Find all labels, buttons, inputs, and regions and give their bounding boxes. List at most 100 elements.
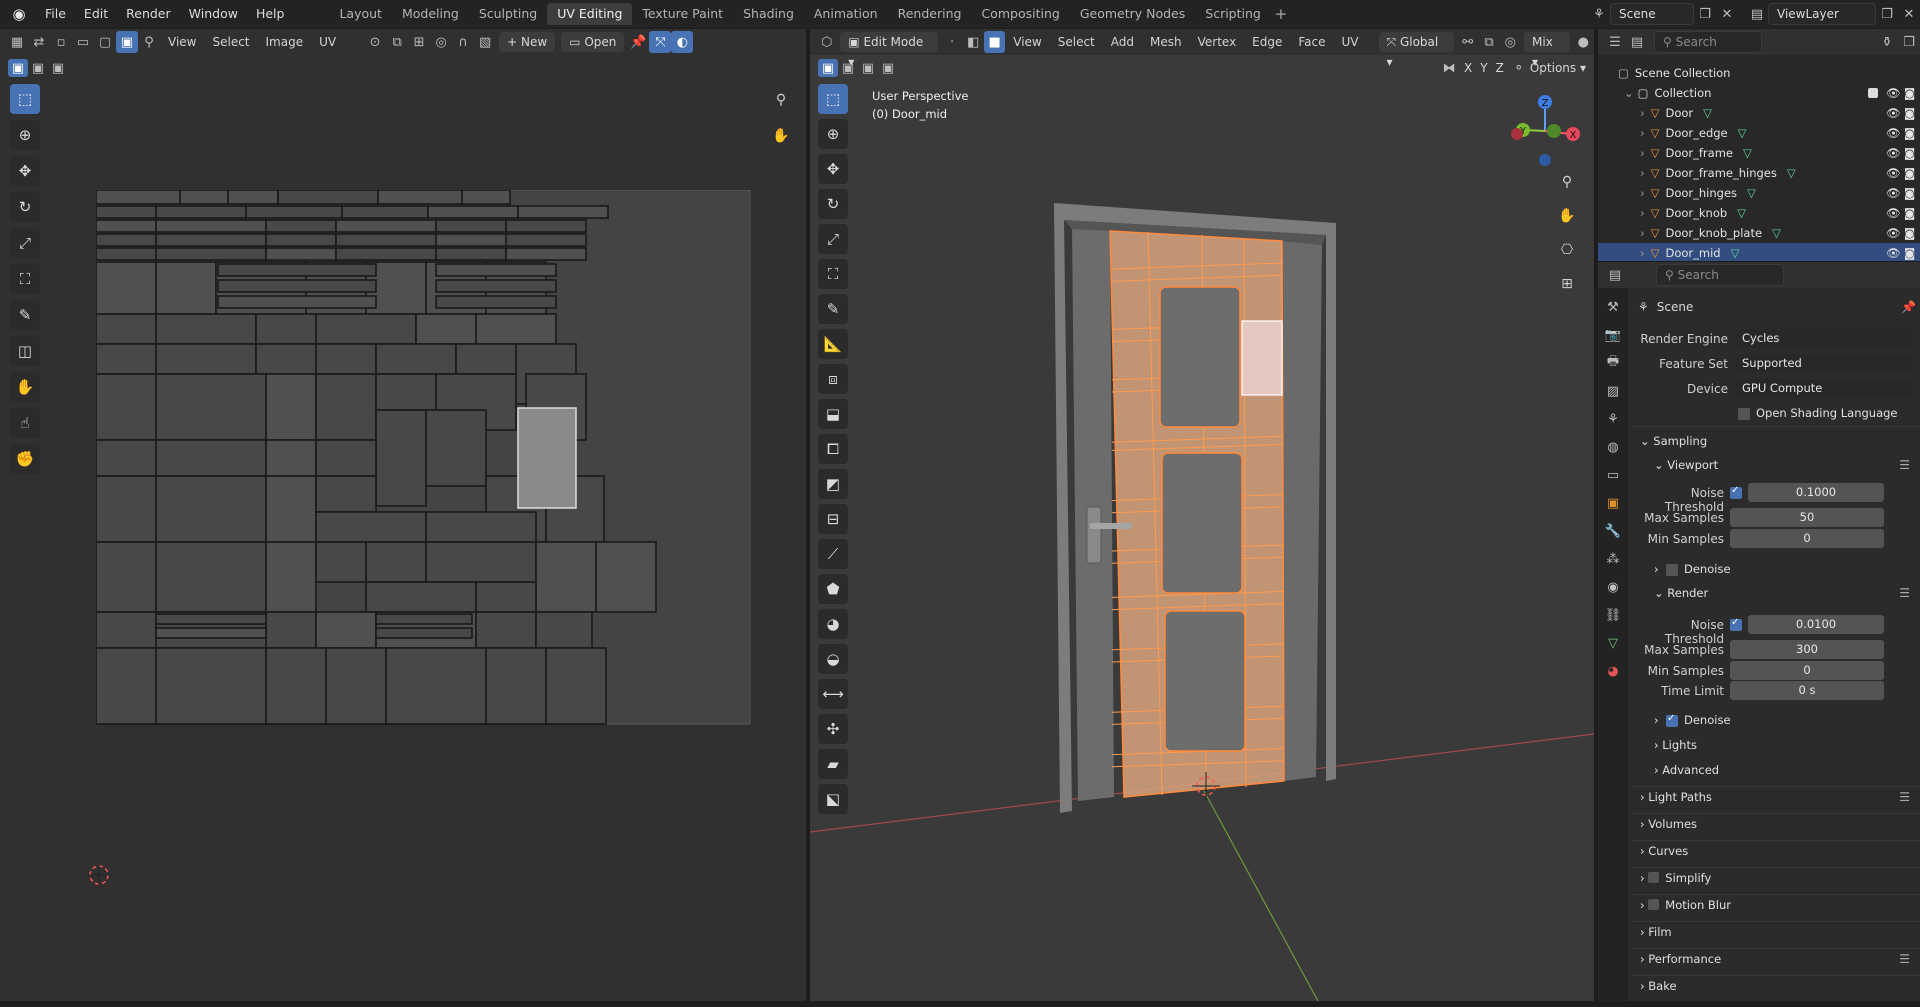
- view-layer-tab-icon[interactable]: ▨: [1602, 380, 1624, 402]
- uv-island[interactable]: [96, 343, 157, 375]
- particles-tab-icon[interactable]: ⁂: [1602, 548, 1624, 570]
- uv-island[interactable]: [415, 313, 477, 345]
- uv-island[interactable]: [475, 611, 537, 649]
- panel-header[interactable]: › Bake: [1640, 979, 1677, 993]
- uv-island[interactable]: [155, 475, 267, 543]
- scene-icon[interactable]: ⚘: [1588, 3, 1610, 25]
- properties-search-input[interactable]: ⚲ Search: [1656, 264, 1784, 286]
- visibility-icon[interactable]: 👁: [1886, 206, 1901, 220]
- panel-enable-checkbox[interactable]: [1648, 899, 1660, 910]
- overlay-toggle-icon[interactable]: ◐: [671, 31, 694, 53]
- panel-presets-icon[interactable]: ☰: [1899, 790, 1910, 804]
- sticky-select-icon[interactable]: ⚲: [138, 31, 160, 53]
- osl-checkbox[interactable]: [1738, 408, 1750, 420]
- uv-island[interactable]: [96, 233, 157, 247]
- collection-exclude-checkbox[interactable]: [1868, 88, 1878, 98]
- uv-island[interactable]: [265, 233, 337, 247]
- uv-island[interactable]: [155, 343, 257, 375]
- uv-island[interactable]: [217, 295, 377, 309]
- viewport-noise-threshold-checkbox[interactable]: [1730, 485, 1742, 499]
- outliner-item[interactable]: › ▽ Door_knob_plate ▽ 👁 ◙: [1598, 223, 1920, 243]
- tab-sculpting[interactable]: Sculpting: [469, 3, 547, 25]
- open-image-button[interactable]: ▭ Open: [561, 32, 625, 52]
- uv-island[interactable]: [265, 611, 317, 649]
- uv-island[interactable]: [96, 541, 157, 613]
- time-limit-field[interactable]: 0 s: [1730, 681, 1884, 700]
- panel-header[interactable]: › Curves: [1640, 844, 1688, 858]
- uv-island[interactable]: [435, 279, 557, 293]
- uv-island[interactable]: [155, 627, 267, 639]
- uv-island[interactable]: [335, 219, 437, 233]
- uv-island[interactable]: [375, 409, 427, 507]
- uv-menu-uv[interactable]: UV: [311, 35, 344, 49]
- door-panel-bottom[interactable]: [1164, 610, 1246, 752]
- relax-tool-icon[interactable]: ☝: [10, 408, 40, 438]
- uv-island[interactable]: [335, 247, 437, 261]
- uv-island[interactable]: [255, 343, 317, 375]
- uv-island[interactable]: [535, 541, 597, 613]
- pin-context-icon[interactable]: 📌: [1901, 300, 1916, 314]
- uv-island[interactable]: [385, 647, 487, 725]
- uv-island[interactable]: [365, 581, 477, 613]
- uv-island[interactable]: [155, 373, 267, 441]
- snap-icon[interactable]: ⧉: [386, 31, 408, 53]
- render-visibility-icon[interactable]: ◙: [1904, 206, 1915, 220]
- mesh-data-icon[interactable]: ▽: [1731, 246, 1740, 260]
- uv-selected-island[interactable]: [517, 407, 577, 509]
- uv-island[interactable]: [155, 613, 267, 625]
- uv-island[interactable]: [155, 541, 267, 613]
- panel-header[interactable]: › Light Paths: [1640, 790, 1712, 804]
- proportional-edit-icon[interactable]: ◎: [430, 31, 452, 53]
- uv-island[interactable]: [155, 205, 247, 219]
- uv-island[interactable]: [435, 295, 557, 309]
- falloff-icon[interactable]: ∩: [452, 31, 474, 53]
- uv-island[interactable]: [315, 611, 377, 649]
- render-presets-icon[interactable]: ☰: [1899, 586, 1910, 600]
- panel-header[interactable]: › Simplify: [1640, 871, 1711, 885]
- uv-island[interactable]: [375, 627, 473, 639]
- delete-scene-icon[interactable]: ✕: [1716, 3, 1738, 25]
- rotate-tool-icon[interactable]: ↻: [10, 192, 40, 222]
- uv-island[interactable]: [155, 439, 267, 477]
- viewport-subpanel-header[interactable]: ⌄ Viewport: [1654, 458, 1718, 472]
- render-visibility-icon[interactable]: ◙: [1904, 186, 1915, 200]
- annotate-tool-icon[interactable]: ✎: [10, 300, 40, 330]
- physics-tab-icon[interactable]: ◉: [1602, 576, 1624, 598]
- door-panel-middle[interactable]: [1161, 452, 1243, 594]
- uv-island[interactable]: [315, 313, 417, 345]
- material-tab-icon[interactable]: ◕: [1602, 660, 1624, 682]
- menu-render[interactable]: Render: [117, 0, 180, 28]
- panel-header[interactable]: › Volumes: [1640, 817, 1697, 831]
- zoom-icon[interactable]: ⚲: [768, 87, 794, 113]
- expand-arrow-icon[interactable]: ›: [1640, 126, 1645, 140]
- viewport-noise-threshold-field[interactable]: 0.1000: [1748, 483, 1884, 502]
- visibility-icon[interactable]: 👁: [1886, 106, 1901, 120]
- lights-header[interactable]: › Lights: [1654, 738, 1697, 752]
- uv-island[interactable]: [265, 219, 337, 233]
- uv-island[interactable]: [96, 190, 181, 205]
- uv-island[interactable]: [425, 511, 537, 543]
- new-scene-icon[interactable]: ❐: [1694, 3, 1716, 25]
- outliner-item[interactable]: › ▽ Door_knob ▽ 👁 ◙: [1598, 203, 1920, 223]
- uv-island[interactable]: [315, 439, 377, 477]
- uv-island[interactable]: [335, 233, 437, 247]
- display-mode-icon[interactable]: ▤: [1626, 31, 1648, 53]
- tab-uv-editing[interactable]: UV Editing: [547, 3, 633, 25]
- uv-island[interactable]: [265, 373, 317, 441]
- scale-tool-icon[interactable]: ⤢: [10, 228, 40, 258]
- uv-island[interactable]: [155, 647, 267, 725]
- uv-island[interactable]: [517, 205, 609, 219]
- expand-arrow-icon[interactable]: ›: [1640, 166, 1645, 180]
- transform-tool-icon[interactable]: ⛶: [10, 264, 40, 294]
- visibility-icon[interactable]: 👁: [1886, 246, 1901, 260]
- uv-island[interactable]: [265, 439, 317, 477]
- uv-island[interactable]: [325, 647, 387, 725]
- render-visibility-icon[interactable]: ◙: [1904, 246, 1915, 260]
- edge-select-icon[interactable]: ▭: [72, 31, 94, 53]
- tab-modeling[interactable]: Modeling: [392, 3, 469, 25]
- object-tab-icon[interactable]: ▣: [1602, 492, 1624, 514]
- visibility-icon[interactable]: 👁: [1886, 166, 1901, 180]
- tab-rendering[interactable]: Rendering: [888, 3, 972, 25]
- uv-island[interactable]: [425, 409, 487, 487]
- select-box-tool-icon[interactable]: ⬚: [10, 84, 40, 114]
